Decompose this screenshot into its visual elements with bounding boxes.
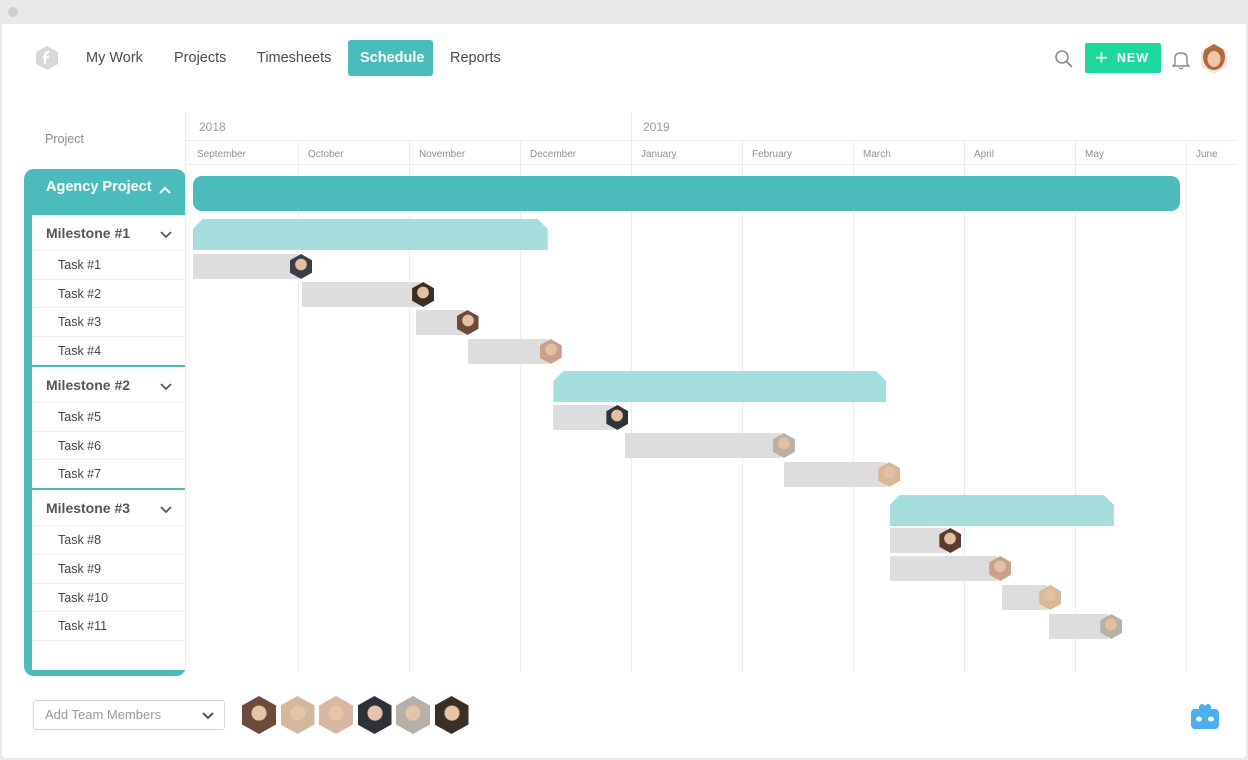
task-row[interactable]: Task #7: [32, 460, 186, 488]
month-gridline: [1075, 140, 1076, 672]
milestone-bar[interactable]: [890, 495, 1114, 526]
bell-icon[interactable]: [1172, 50, 1190, 70]
month-label: March: [863, 149, 891, 160]
task-label: Task #9: [58, 562, 102, 576]
task-label: Task #1: [58, 258, 102, 272]
project-name[interactable]: Agency Project: [46, 179, 152, 195]
task-label: Task #6: [58, 439, 102, 453]
task-bar[interactable]: [1049, 614, 1109, 639]
project-tree-panel: Agency Project Milestone #1 Task #1 Task…: [24, 169, 186, 676]
task-label: Task #11: [58, 619, 108, 633]
team-member-avatar[interactable]: [357, 696, 392, 734]
team-member-avatar[interactable]: [434, 696, 469, 734]
chevron-up-icon[interactable]: [158, 183, 172, 197]
task-bar[interactable]: [192, 254, 298, 279]
chevron-down-icon[interactable]: [159, 379, 173, 393]
year-label: 2018: [199, 120, 226, 134]
month-gridline: [631, 140, 632, 672]
year-row-divider: [185, 140, 1237, 141]
new-button[interactable]: + NEW: [1085, 43, 1161, 73]
team-member-avatar[interactable]: [242, 696, 276, 734]
year-label: 2019: [643, 120, 670, 134]
chevron-down-icon[interactable]: [159, 502, 173, 516]
milestone-label: Milestone #3: [46, 500, 131, 516]
task-row[interactable]: Task #9: [32, 555, 186, 584]
gantt-timeline: 2018 2019 September October November December…: [185, 112, 1237, 672]
month-gridline: [853, 140, 854, 672]
month-label: April: [974, 149, 995, 160]
project-bar[interactable]: [192, 176, 1181, 211]
task-row[interactable]: Task #1: [32, 251, 186, 280]
task-row[interactable]: Task #2: [32, 280, 186, 308]
month-label: June: [1196, 149, 1218, 160]
milestone-bar[interactable]: [193, 219, 548, 250]
task-label: Task #5: [58, 410, 102, 424]
task-row[interactable]: Task #3: [32, 308, 186, 337]
task-bar[interactable]: [889, 528, 948, 553]
task-label: Task #8: [58, 533, 102, 547]
nav-schedule[interactable]: Schedule: [348, 40, 433, 76]
team-member-avatar[interactable]: [280, 696, 315, 734]
month-gridline: [964, 140, 965, 672]
plus-icon: +: [1095, 45, 1109, 70]
task-row[interactable]: Task #6: [32, 432, 186, 460]
robot-icon[interactable]: [1188, 700, 1222, 734]
chevron-down-icon[interactable]: [159, 227, 173, 241]
year-divider: [631, 112, 632, 140]
milestone-row-3[interactable]: Milestone #3: [32, 490, 186, 526]
team-member-avatar[interactable]: [319, 696, 353, 734]
milestone-bar[interactable]: [553, 371, 886, 402]
task-bar[interactable]: [889, 556, 998, 581]
month-label: February: [752, 149, 793, 160]
task-label: Task #10: [58, 591, 109, 605]
task-bar[interactable]: [302, 282, 421, 307]
add-team-members-placeholder: Add Team Members: [45, 707, 162, 722]
chevron-down-icon: [202, 712, 214, 720]
month-label: November: [419, 149, 466, 160]
month-label: December: [530, 149, 577, 160]
month-gridline: [1186, 140, 1187, 672]
team-member-avatar[interactable]: [396, 696, 430, 734]
app-window: My Work Projects Timesheets Schedule Rep…: [0, 0, 1248, 760]
month-label: January: [641, 149, 677, 160]
hexagon-logo-icon[interactable]: [36, 46, 58, 70]
new-button-label: NEW: [1116, 51, 1150, 65]
task-row[interactable]: Task #4: [32, 337, 186, 365]
milestone-row-2[interactable]: Milestone #2: [32, 367, 186, 403]
nav-my-work[interactable]: My Work: [74, 40, 155, 76]
task-row[interactable]: Task #5: [32, 403, 186, 432]
milestone-label: Milestone #2: [46, 377, 131, 393]
task-row[interactable]: Task #10: [32, 584, 186, 612]
window-titlebar: [0, 0, 1248, 24]
user-avatar[interactable]: [1201, 44, 1227, 74]
task-bar[interactable]: [553, 405, 615, 430]
nav-projects[interactable]: Projects: [162, 40, 238, 76]
window-close-dot[interactable]: [8, 7, 18, 17]
month-row-divider: [185, 164, 1237, 165]
search-icon[interactable]: [1054, 49, 1074, 69]
nav-timesheets[interactable]: Timesheets: [245, 40, 343, 76]
task-label: Task #2: [58, 287, 102, 301]
task-label: Task #4: [58, 344, 102, 358]
nav-reports[interactable]: Reports: [438, 40, 513, 76]
project-tree: Milestone #1 Task #1 Task #2 Task #3 Tas…: [32, 215, 186, 670]
task-bar[interactable]: [625, 433, 781, 458]
add-team-members-select[interactable]: Add Team Members: [33, 700, 225, 730]
month-gridline: [742, 140, 743, 672]
month-label: October: [308, 149, 344, 160]
month-label: May: [1085, 149, 1104, 160]
task-label: Task #3: [58, 315, 102, 329]
project-column-header: Project: [45, 132, 84, 146]
task-bar[interactable]: [467, 339, 548, 364]
task-bar[interactable]: [784, 462, 887, 487]
milestone-label: Milestone #1: [46, 225, 131, 241]
task-label: Task #7: [58, 467, 102, 481]
app-content: My Work Projects Timesheets Schedule Rep…: [2, 24, 1246, 758]
task-row[interactable]: Task #8: [32, 526, 186, 555]
task-row[interactable]: Task #11: [32, 612, 186, 641]
timeline-left-border: [185, 112, 186, 672]
milestone-row-1[interactable]: Milestone #1: [32, 215, 186, 251]
month-label: September: [197, 149, 246, 160]
